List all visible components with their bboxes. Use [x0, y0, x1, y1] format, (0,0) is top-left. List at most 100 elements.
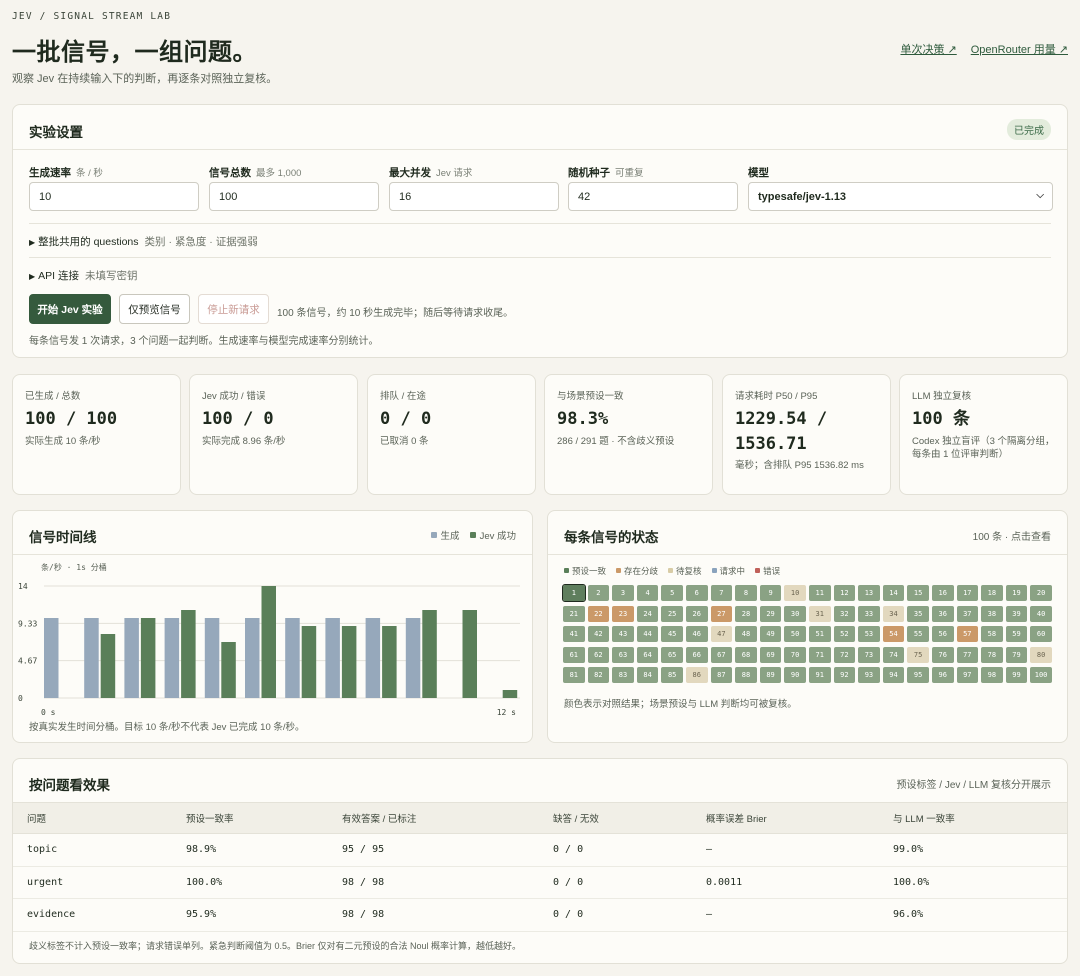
signal-cell[interactable]: 40 — [1030, 605, 1052, 622]
signal-cell[interactable]: 15 — [907, 585, 929, 601]
signal-cell[interactable]: 99 — [1005, 667, 1028, 683]
api-disclosure[interactable]: ▶ API 连接 未填写密钥 — [29, 268, 138, 283]
signal-cell[interactable]: 83 — [612, 667, 634, 683]
signal-cell[interactable]: 4 — [636, 585, 659, 601]
signal-cell[interactable]: 21 — [563, 605, 585, 622]
signal-cell[interactable]: 23 — [612, 605, 634, 622]
signal-cell[interactable]: 81 — [563, 667, 585, 683]
signal-cell[interactable]: 69 — [759, 646, 782, 663]
signal-cell[interactable]: 50 — [784, 626, 806, 642]
signal-cell[interactable]: 22 — [587, 605, 610, 622]
signal-cell[interactable]: 56 — [931, 626, 954, 642]
signal-cell[interactable]: 65 — [661, 646, 683, 663]
signal-cell[interactable]: 2 — [587, 585, 610, 601]
signal-cell[interactable]: 9 — [759, 585, 782, 601]
signal-cell[interactable]: 86 — [685, 667, 708, 683]
signal-cell[interactable]: 74 — [882, 646, 905, 663]
signal-cell[interactable]: 25 — [661, 605, 683, 622]
signal-cell[interactable]: 79 — [1005, 646, 1028, 663]
signal-cell[interactable]: 26 — [685, 605, 708, 622]
signal-cell[interactable]: 13 — [858, 585, 880, 601]
signal-cell[interactable]: 59 — [1005, 626, 1028, 642]
signal-cell[interactable]: 67 — [710, 646, 733, 663]
signal-cell[interactable]: 43 — [612, 626, 634, 642]
signal-cell[interactable]: 68 — [735, 646, 757, 663]
signal-cell[interactable]: 6 — [685, 585, 708, 601]
signal-cell[interactable]: 49 — [759, 626, 782, 642]
signal-cell[interactable]: 36 — [931, 605, 954, 622]
signal-cell[interactable]: 96 — [931, 667, 954, 683]
signal-cell[interactable]: 45 — [661, 626, 683, 642]
signal-cell[interactable]: 29 — [759, 605, 782, 622]
signal-cell[interactable]: 20 — [1030, 585, 1052, 601]
signal-cell[interactable]: 17 — [956, 585, 979, 601]
signal-cell[interactable]: 38 — [981, 605, 1003, 622]
signal-cell[interactable]: 97 — [956, 667, 979, 683]
signal-cell[interactable]: 91 — [808, 667, 831, 683]
signal-cell[interactable]: 35 — [907, 605, 929, 622]
signal-cell[interactable]: 77 — [956, 646, 979, 663]
start-button[interactable]: 开始 Jev 实验 — [29, 294, 111, 324]
signal-cell[interactable]: 8 — [735, 585, 757, 601]
signal-cell[interactable]: 41 — [563, 626, 585, 642]
signal-cell[interactable]: 62 — [587, 646, 610, 663]
signal-cell[interactable]: 28 — [735, 605, 757, 622]
signal-cell[interactable]: 84 — [636, 667, 659, 683]
signal-cell[interactable]: 19 — [1005, 585, 1028, 601]
signal-cell[interactable]: 24 — [636, 605, 659, 622]
signal-cell[interactable]: 7 — [710, 585, 733, 601]
signal-cell[interactable]: 51 — [808, 626, 831, 642]
signal-cell[interactable]: 92 — [833, 667, 856, 683]
signal-cell[interactable]: 3 — [612, 585, 634, 601]
signal-cell[interactable]: 89 — [759, 667, 782, 683]
signal-cell[interactable]: 37 — [956, 605, 979, 622]
signal-cell[interactable]: 90 — [784, 667, 806, 683]
signal-cell[interactable]: 5 — [661, 585, 683, 601]
signal-cell[interactable]: 95 — [907, 667, 929, 683]
signal-cell[interactable]: 46 — [685, 626, 708, 642]
total-input[interactable]: 100 — [209, 182, 379, 211]
signal-cell[interactable]: 71 — [808, 646, 831, 663]
signal-cell[interactable]: 39 — [1005, 605, 1028, 622]
stop-button[interactable]: 停止新请求 — [198, 294, 269, 324]
signal-cell[interactable]: 60 — [1030, 626, 1052, 642]
questions-disclosure[interactable]: ▶ 整批共用的 questions 类别 · 紧急度 · 证据强弱 — [29, 234, 258, 249]
signal-cell[interactable]: 32 — [833, 605, 856, 622]
signal-cell[interactable]: 16 — [931, 585, 954, 601]
signal-cell[interactable]: 30 — [784, 605, 806, 622]
preview-button[interactable]: 仅预览信号 — [119, 294, 190, 324]
signal-cell[interactable]: 98 — [981, 667, 1003, 683]
signal-cell[interactable]: 34 — [882, 605, 905, 622]
signal-cell[interactable]: 1 — [562, 584, 586, 602]
seed-input[interactable]: 42 — [568, 182, 738, 211]
concurrency-input[interactable]: 16 — [389, 182, 559, 211]
signal-cell[interactable]: 76 — [931, 646, 954, 663]
signal-cell[interactable]: 78 — [981, 646, 1003, 663]
signal-cell[interactable]: 14 — [882, 585, 905, 601]
signal-cell[interactable]: 63 — [612, 646, 634, 663]
signal-cell[interactable]: 88 — [735, 667, 757, 683]
rate-input[interactable]: 10 — [29, 182, 199, 211]
signal-cell[interactable]: 18 — [981, 585, 1003, 601]
signal-cell[interactable]: 11 — [808, 585, 831, 601]
model-select[interactable]: typesafe/jev-1.13 ⌵ — [748, 182, 1053, 211]
signal-cell[interactable]: 58 — [981, 626, 1003, 642]
signal-cell[interactable]: 73 — [858, 646, 880, 663]
signal-cell[interactable]: 44 — [636, 626, 659, 642]
signal-cell[interactable]: 52 — [833, 626, 856, 642]
signal-cell[interactable]: 75 — [907, 646, 929, 663]
signal-cell[interactable]: 55 — [907, 626, 929, 642]
signal-cell[interactable]: 33 — [858, 605, 880, 622]
signal-cell[interactable]: 85 — [661, 667, 683, 683]
signal-cell[interactable]: 42 — [587, 626, 610, 642]
signal-cell[interactable]: 53 — [858, 626, 880, 642]
signal-cell[interactable]: 57 — [956, 626, 979, 642]
signal-cell[interactable]: 82 — [587, 667, 610, 683]
signal-cell[interactable]: 64 — [636, 646, 659, 663]
signal-cell[interactable]: 72 — [833, 646, 856, 663]
signal-cell[interactable]: 31 — [808, 605, 831, 622]
single-decision-link[interactable]: 单次决策 ↗ — [900, 41, 956, 57]
signal-cell[interactable]: 12 — [833, 585, 856, 601]
signal-cell[interactable]: 100 — [1030, 667, 1052, 683]
signal-cell[interactable]: 87 — [710, 667, 733, 683]
